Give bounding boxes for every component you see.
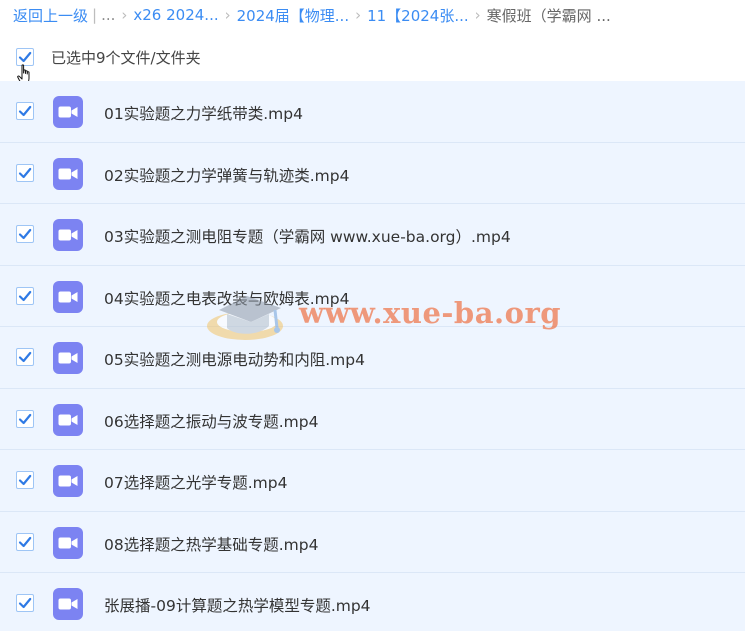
file-row[interactable]: 07选择题之光学专题.mp4 <box>0 450 745 512</box>
file-checkbox[interactable] <box>16 225 34 243</box>
video-file-icon <box>53 465 83 497</box>
breadcrumb: 返回上一级 | ... › x26 2024... › 2024届【物理... … <box>0 0 745 30</box>
selection-count-label: 已选中9个文件/文件夹 <box>51 49 201 67</box>
video-file-icon <box>53 96 83 128</box>
breadcrumb-item[interactable]: 2024届【物理... <box>237 5 349 26</box>
back-link[interactable]: 返回上一级 <box>13 5 88 26</box>
file-row[interactable]: 03实验题之测电阻专题（学霸网 www.xue-ba.org）.mp4 <box>0 204 745 266</box>
video-file-icon <box>53 157 83 190</box>
checkmark-icon <box>18 228 32 240</box>
file-name[interactable]: 03实验题之测电阻专题（学霸网 www.xue-ba.org）.mp4 <box>104 225 511 247</box>
checkmark-icon <box>18 474 32 486</box>
file-row[interactable]: 02实验题之力学弹簧与轨迹类.mp4 <box>0 142 745 204</box>
file-row[interactable]: 01实验题之力学纸带类.mp4 <box>0 81 745 143</box>
checkmark-icon <box>18 290 32 301</box>
checkmark-icon <box>18 51 32 63</box>
chevron-right-icon: › <box>355 6 362 24</box>
chevron-right-icon: › <box>224 6 231 24</box>
file-name[interactable]: 01实验题之力学纸带类.mp4 <box>104 102 303 124</box>
video-file-icon <box>53 280 83 313</box>
checkmark-icon <box>18 536 32 547</box>
file-name[interactable]: 张展播-09计算题之热学模型专题.mp4 <box>104 594 371 616</box>
file-name[interactable]: 02实验题之力学弹簧与轨迹类.mp4 <box>104 164 349 186</box>
video-file-icon <box>53 588 83 620</box>
checkmark-icon <box>18 105 32 117</box>
select-all-row: 已选中9个文件/文件夹 <box>0 38 745 84</box>
file-name[interactable]: 04实验题之电表改装与欧姆表.mp4 <box>104 287 349 309</box>
breadcrumb-divider: | <box>92 6 98 24</box>
chevron-right-icon: › <box>474 6 481 24</box>
breadcrumb-current: 寒假班（学霸网 ... <box>486 6 611 25</box>
breadcrumb-item[interactable]: 11【2024张... <box>367 5 469 26</box>
file-checkbox[interactable] <box>16 594 34 612</box>
file-name[interactable]: 06选择题之振动与波专题.mp4 <box>104 410 318 432</box>
file-checkbox[interactable] <box>16 348 34 366</box>
file-name[interactable]: 07选择题之光学专题.mp4 <box>104 471 287 493</box>
file-checkbox[interactable] <box>16 102 34 120</box>
file-row[interactable]: 04实验题之电表改装与欧姆表.mp4 <box>0 265 745 327</box>
file-name[interactable]: 05实验题之测电源电动势和内阻.mp4 <box>104 348 365 370</box>
file-checkbox[interactable] <box>16 409 34 428</box>
checkmark-icon <box>18 167 32 178</box>
video-file-icon <box>53 403 83 436</box>
checkmark-icon <box>18 351 32 363</box>
video-file-icon <box>53 526 83 559</box>
file-list: 01实验题之力学纸带类.mp4 02实验题之力学弹簧与轨迹类.mp4 03实验题… <box>0 81 745 631</box>
file-row[interactable]: 08选择题之热学基础专题.mp4 <box>0 511 745 573</box>
file-row[interactable]: 06选择题之振动与波专题.mp4 <box>0 388 745 450</box>
file-checkbox[interactable] <box>16 163 34 182</box>
chevron-right-icon: › <box>121 6 128 24</box>
file-row[interactable]: 张展播-09计算题之热学模型专题.mp4 <box>0 573 745 631</box>
breadcrumb-item[interactable]: x26 2024... <box>133 6 218 24</box>
file-row[interactable]: 05实验题之测电源电动势和内阻.mp4 <box>0 327 745 389</box>
breadcrumb-ellipsis[interactable]: ... <box>101 6 115 24</box>
file-checkbox[interactable] <box>16 286 34 305</box>
video-file-icon <box>53 219 83 251</box>
checkmark-icon <box>18 597 32 609</box>
file-checkbox[interactable] <box>16 532 34 551</box>
file-checkbox[interactable] <box>16 471 34 489</box>
video-file-icon <box>53 342 83 374</box>
file-name[interactable]: 08选择题之热学基础专题.mp4 <box>104 533 318 555</box>
checkmark-icon <box>18 413 32 424</box>
